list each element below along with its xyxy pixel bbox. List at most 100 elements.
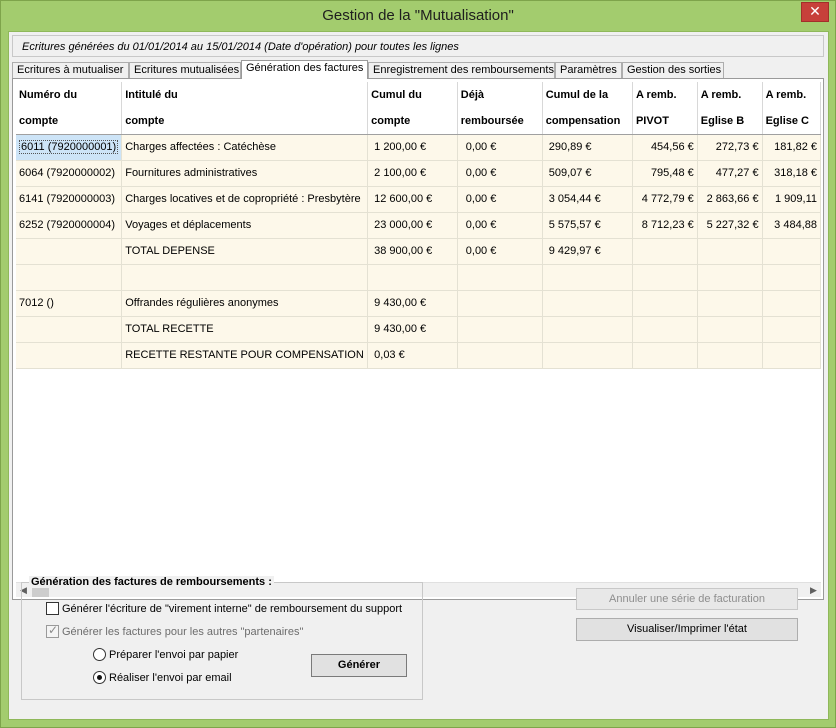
table-row[interactable]: RECETTE RESTANTE POUR COMPENSATION 0,03 € [16, 342, 821, 369]
table-cell[interactable]: 38 900,00 € [367, 238, 458, 265]
table-cell[interactable]: 795,48 € [632, 160, 698, 187]
table-cell[interactable]: Charges affectées : Catéchèse [121, 134, 369, 161]
table-cell[interactable]: 6064 (7920000002) [16, 160, 123, 187]
tab-generation-factures[interactable]: Génération des factures [241, 60, 368, 79]
table-row[interactable]: 6011 (7920000001) Charges affectées : Cat… [16, 134, 821, 161]
table-cell[interactable] [457, 342, 543, 369]
table-cell[interactable]: 9 429,97 € [542, 238, 633, 265]
table-cell[interactable]: TOTAL DEPENSE [121, 238, 369, 265]
tab-ecritures-a-mutualiser[interactable]: Ecritures à mutualiser [12, 62, 129, 78]
table-cell[interactable]: 0,00 € [457, 134, 543, 161]
table-cell[interactable]: Voyages et déplacements [121, 212, 369, 239]
data-grid[interactable]: Numéro du Intitulé du Cumul du Déjà Cumu… [16, 82, 821, 582]
col-header[interactable]: remboursée [457, 108, 543, 135]
col-header[interactable]: Cumul du [367, 82, 458, 108]
table-cell[interactable] [762, 316, 821, 343]
print-state-button[interactable]: Visualiser/Imprimer l'état [576, 618, 798, 641]
table-cell[interactable]: 477,27 € [697, 160, 763, 187]
col-header[interactable]: A remb. [697, 82, 763, 108]
col-header[interactable]: compte [121, 108, 369, 135]
table-cell[interactable] [762, 264, 821, 291]
table-cell[interactable] [457, 316, 543, 343]
table-cell[interactable]: Fournitures administratives [121, 160, 369, 187]
col-header[interactable]: A remb. [762, 82, 821, 108]
table-cell[interactable]: 3 054,44 € [542, 186, 633, 213]
table-cell[interactable] [762, 238, 821, 265]
table-cell[interactable] [16, 316, 123, 343]
table-row[interactable]: TOTAL RECETTE 9 430,00 € [16, 316, 821, 343]
radio-papier[interactable]: Préparer l'envoi par papier [93, 648, 238, 661]
table-cell[interactable]: TOTAL RECETTE [121, 316, 369, 343]
table-cell[interactable] [457, 264, 543, 291]
generate-button[interactable]: Générer [311, 654, 407, 677]
table-cell[interactable] [632, 316, 698, 343]
cancel-series-button[interactable]: Annuler une série de facturation [576, 588, 798, 610]
col-header[interactable]: Intitulé du [121, 82, 369, 108]
table-cell[interactable]: 0,00 € [457, 160, 543, 187]
table-cell[interactable]: 9 430,00 € [367, 316, 458, 343]
table-cell[interactable]: 2 100,00 € [367, 160, 458, 187]
col-header[interactable]: Eglise C [762, 108, 821, 135]
table-cell[interactable] [542, 290, 633, 317]
table-cell[interactable]: 290,89 € [542, 134, 633, 161]
table-cell[interactable]: 0,00 € [457, 186, 543, 213]
table-cell[interactable]: 5 575,57 € [542, 212, 633, 239]
table-cell[interactable] [697, 238, 763, 265]
table-cell[interactable] [16, 238, 123, 265]
radio-on-icon[interactable] [93, 671, 106, 684]
virement-checkbox[interactable]: Générer l'écriture de "virement interne"… [46, 602, 402, 615]
table-cell[interactable]: 6252 (7920000004) [16, 212, 123, 239]
table-cell[interactable]: 9 430,00 € [367, 290, 458, 317]
table-cell[interactable]: 0,00 € [457, 212, 543, 239]
table-cell[interactable]: Offrandes régulières anonymes [121, 290, 369, 317]
table-cell[interactable]: RECETTE RESTANTE POUR COMPENSATION [121, 342, 369, 369]
table-cell[interactable]: 4 772,79 € [632, 186, 698, 213]
table-cell[interactable]: 272,73 € [697, 134, 763, 161]
table-cell[interactable] [697, 290, 763, 317]
col-header[interactable]: Eglise B [697, 108, 763, 135]
checkbox-unchecked-icon[interactable] [46, 602, 59, 615]
table-cell[interactable] [632, 290, 698, 317]
table-cell[interactable]: 509,07 € [542, 160, 633, 187]
tab-enregistrement-remboursements[interactable]: Enregistrement des remboursements [368, 62, 555, 78]
table-cell[interactable]: 318,18 € [762, 160, 821, 187]
table-cell[interactable]: 181,82 € [762, 134, 821, 161]
table-cell[interactable]: 1 200,00 € [367, 134, 458, 161]
table-cell[interactable]: 6011 (7920000001) [16, 134, 123, 161]
scroll-right-icon[interactable]: ▶ [806, 584, 821, 597]
table-row[interactable]: 6252 (7920000004) Voyages et déplacements… [16, 212, 821, 239]
table-cell[interactable] [632, 264, 698, 291]
table-cell[interactable] [542, 342, 633, 369]
table-cell[interactable] [697, 264, 763, 291]
radio-off-icon[interactable] [93, 648, 106, 661]
tab-gestion-sorties[interactable]: Gestion des sorties [622, 62, 724, 78]
table-cell[interactable] [121, 264, 369, 291]
col-header[interactable]: Numéro du [16, 82, 123, 108]
table-cell[interactable] [16, 342, 123, 369]
radio-email[interactable]: Réaliser l'envoi par email [93, 671, 232, 684]
table-cell[interactable] [762, 290, 821, 317]
table-row[interactable]: 7012 () Offrandes régulières anonymes 9 43… [16, 290, 821, 317]
table-cell[interactable]: 7012 () [16, 290, 123, 317]
table-cell[interactable]: 12 600,00 € [367, 186, 458, 213]
col-header[interactable]: A remb. [632, 82, 698, 108]
table-cell[interactable]: 1 909,11 [762, 186, 821, 213]
table-cell[interactable]: 8 712,23 € [632, 212, 698, 239]
table-row[interactable]: TOTAL DEPENSE 38 900,00 €0,00 €9 429,97 € [16, 238, 821, 265]
table-cell[interactable]: 23 000,00 € [367, 212, 458, 239]
table-row[interactable] [16, 264, 821, 291]
table-cell[interactable] [16, 264, 123, 291]
table-cell[interactable] [542, 264, 633, 291]
table-cell[interactable] [762, 342, 821, 369]
tab-parametres[interactable]: Paramètres [555, 62, 622, 78]
table-cell[interactable]: 5 227,32 € [697, 212, 763, 239]
table-cell[interactable]: 0,00 € [457, 238, 543, 265]
close-button[interactable]: ✕ [801, 2, 829, 22]
col-header[interactable]: Cumul de la [542, 82, 633, 108]
table-row[interactable]: 6141 (7920000003) Charges locatives et de… [16, 186, 821, 213]
table-row[interactable]: 6064 (7920000002) Fournitures administrat… [16, 160, 821, 187]
col-header[interactable]: compte [16, 108, 123, 135]
col-header[interactable]: Déjà [457, 82, 543, 108]
table-cell[interactable] [697, 316, 763, 343]
table-cell[interactable] [632, 342, 698, 369]
